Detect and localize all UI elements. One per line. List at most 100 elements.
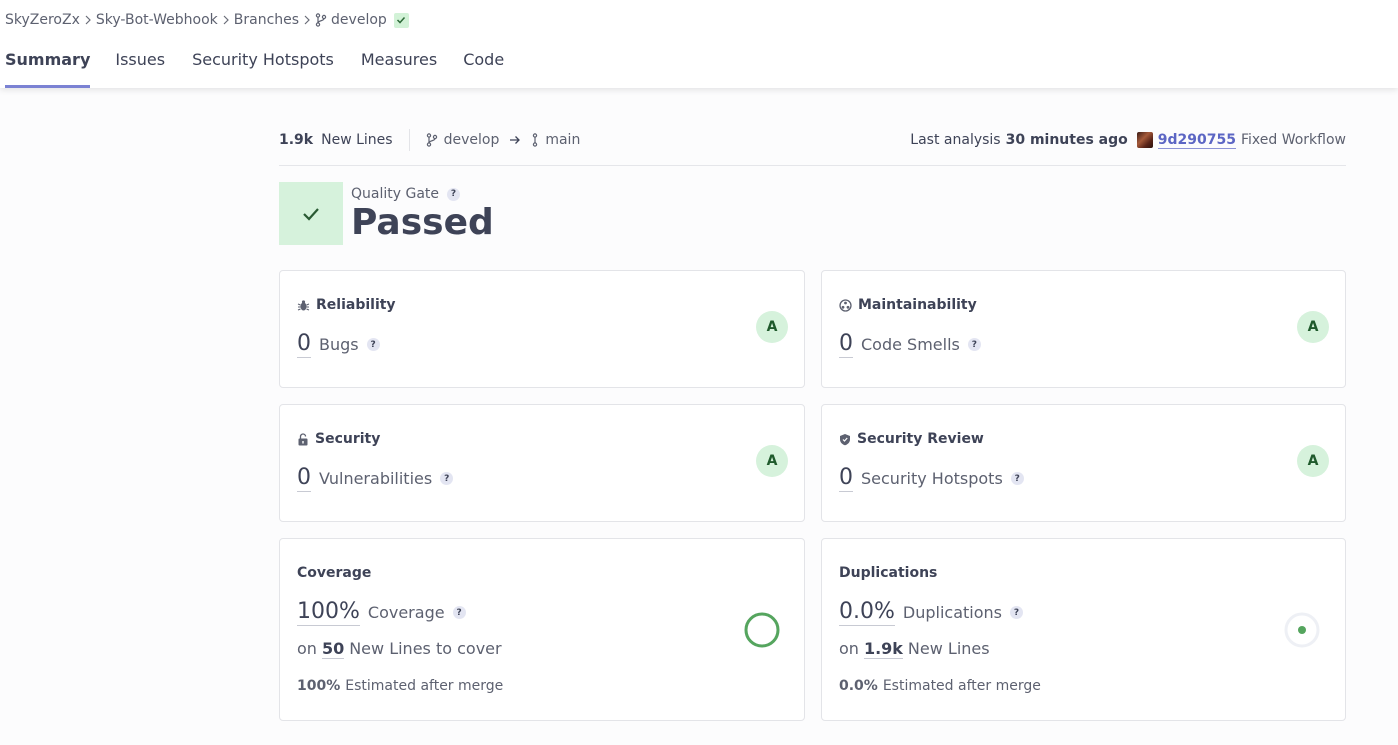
- check-icon: [303, 207, 319, 221]
- avatar: [1136, 132, 1153, 148]
- breadcrumb-branches[interactable]: Branches: [234, 12, 299, 28]
- coverage-metric: 100% Coverage ?: [297, 599, 466, 626]
- bugs-metric: 0 Bugs ?: [297, 331, 380, 358]
- security-rating: A: [756, 445, 788, 477]
- commit-hash-link[interactable]: 9d290755: [1157, 132, 1236, 149]
- security-title: Security: [297, 431, 380, 447]
- new-lines-count: 1.9k: [279, 132, 314, 148]
- security-review-rating: A: [1297, 445, 1329, 477]
- tab-bar: Summary Issues Security Hotspots Measure…: [0, 44, 504, 88]
- reliability-title-text: Reliability: [316, 297, 396, 313]
- coverage-title: Coverage: [297, 565, 372, 581]
- arrow-right-icon: [509, 135, 521, 145]
- duplications-estimate-value: 0.0%: [839, 678, 878, 694]
- coverage-donut-arc: [744, 612, 780, 648]
- target-branch: main: [531, 132, 580, 148]
- commit-message: Fixed Workflow: [1240, 132, 1346, 148]
- tab-code[interactable]: Code: [463, 44, 504, 88]
- code-smells-metric: 0 Code Smells ?: [839, 331, 981, 358]
- last-analysis-time: 30 minutes ago: [1005, 132, 1128, 148]
- tab-security-hotspots[interactable]: Security Hotspots: [192, 44, 334, 88]
- help-icon[interactable]: ?: [366, 338, 380, 351]
- help-icon[interactable]: ?: [967, 338, 981, 351]
- breadcrumb-org[interactable]: SkyZeroZx: [5, 12, 80, 28]
- coverage-lines-to-cover[interactable]: 50: [321, 639, 345, 659]
- code-smells-label: Code Smells: [861, 335, 960, 354]
- breadcrumb-branch[interactable]: develop: [331, 12, 387, 28]
- lock-icon: [298, 432, 308, 445]
- check-icon: [393, 12, 409, 28]
- quality-gate-label: Quality Gate ?: [351, 186, 461, 202]
- tab-issues[interactable]: Issues: [115, 44, 165, 88]
- coverage-on-prefix: on: [297, 639, 317, 658]
- security-card: Security 0 Vulnerabilities ? A: [279, 404, 805, 522]
- coverage-value[interactable]: 100%: [297, 599, 360, 626]
- duplications-lines-count[interactable]: 1.9k: [863, 639, 903, 659]
- last-analysis-label: Last analysis: [910, 132, 1001, 148]
- breadcrumb: SkyZeroZx Sky-Bot-Webhook Branches devel…: [5, 11, 409, 29]
- source-branch: develop: [426, 132, 500, 148]
- chevron-right-icon: [303, 15, 311, 25]
- bugs-label: Bugs: [319, 335, 359, 354]
- quality-gate-status: Passed: [351, 202, 494, 243]
- duplications-estimate-label: Estimated after merge: [882, 678, 1041, 694]
- help-icon[interactable]: ?: [440, 472, 454, 485]
- coverage-card: Coverage 100% Coverage ? on 50 New Lines t…: [279, 538, 805, 721]
- chevron-right-icon: [222, 15, 230, 25]
- security-hotspots-value[interactable]: 0: [839, 465, 853, 492]
- help-icon[interactable]: ?: [447, 187, 461, 201]
- help-icon[interactable]: ?: [1010, 472, 1024, 485]
- coverage-donut-chart: [744, 612, 780, 648]
- reliability-title: Reliability: [297, 297, 396, 313]
- target-branch-name: main: [545, 132, 581, 148]
- git-branch-icon: [426, 133, 437, 147]
- maintainability-icon: [839, 298, 852, 312]
- help-icon[interactable]: ?: [1010, 606, 1023, 619]
- vulnerabilities-value[interactable]: 0: [297, 465, 311, 492]
- help-icon[interactable]: ?: [452, 606, 466, 619]
- maintainability-card: Maintainability 0 Code Smells ? A: [821, 270, 1346, 388]
- tab-measures[interactable]: Measures: [361, 44, 437, 88]
- security-title-text: Security: [315, 431, 381, 447]
- last-analysis: Last analysis 30 minutes ago 9d290755 Fi…: [910, 126, 1346, 154]
- breadcrumb-project[interactable]: Sky-Bot-Webhook: [96, 12, 218, 28]
- bugs-value[interactable]: 0: [297, 331, 311, 358]
- bug-icon: [297, 299, 310, 311]
- git-branch-icon: [533, 133, 538, 147]
- top-bar: SkyZeroZx Sky-Bot-Webhook Branches devel…: [0, 0, 1398, 88]
- duplications-label: Duplications: [902, 603, 1002, 622]
- code-smells-value[interactable]: 0: [839, 331, 853, 358]
- shield-icon: [840, 433, 850, 445]
- source-branch-name: develop: [443, 132, 500, 148]
- coverage-new-lines: on 50 New Lines to cover: [297, 639, 502, 659]
- vulnerabilities-label: Vulnerabilities: [319, 469, 433, 488]
- reliability-rating: A: [756, 311, 788, 343]
- duplications-estimate: 0.0% Estimated after merge: [839, 678, 1041, 694]
- security-review-title: Security Review: [839, 431, 984, 447]
- chevron-right-icon: [84, 15, 92, 25]
- security-hotspots-label: Security Hotspots: [861, 469, 1003, 488]
- security-hotspots-metric: 0 Security Hotspots ?: [839, 465, 1024, 492]
- tab-summary[interactable]: Summary: [5, 44, 91, 88]
- coverage-on-suffix: New Lines to cover: [349, 639, 502, 658]
- duplications-indicator-dot: [1298, 626, 1306, 634]
- coverage-label: Coverage: [367, 603, 445, 622]
- coverage-estimate-value: 100%: [297, 678, 341, 694]
- reliability-card: Reliability 0 Bugs ? A: [279, 270, 805, 388]
- coverage-estimate: 100% Estimated after merge: [297, 678, 503, 694]
- duplications-on-prefix: on: [839, 639, 859, 658]
- security-review-card: Security Review 0 Security Hotspots ? A: [821, 404, 1346, 522]
- quality-gate-status-box: [279, 182, 343, 245]
- divider: [279, 165, 1346, 166]
- maintainability-rating: A: [1297, 311, 1329, 343]
- duplications-card: Duplications 0.0% Duplications ? on 1.9k N…: [821, 538, 1346, 721]
- maintainability-title: Maintainability: [839, 297, 977, 313]
- duplications-on-suffix: New Lines: [907, 639, 990, 658]
- coverage-estimate-label: Estimated after merge: [345, 678, 504, 694]
- duplications-value[interactable]: 0.0%: [839, 599, 895, 626]
- new-lines-label: New Lines: [321, 132, 393, 148]
- duplications-new-lines: on 1.9k New Lines: [839, 639, 990, 659]
- security-review-title-text: Security Review: [857, 431, 984, 447]
- maintainability-title-text: Maintainability: [858, 297, 977, 313]
- vulnerabilities-metric: 0 Vulnerabilities ?: [297, 465, 454, 492]
